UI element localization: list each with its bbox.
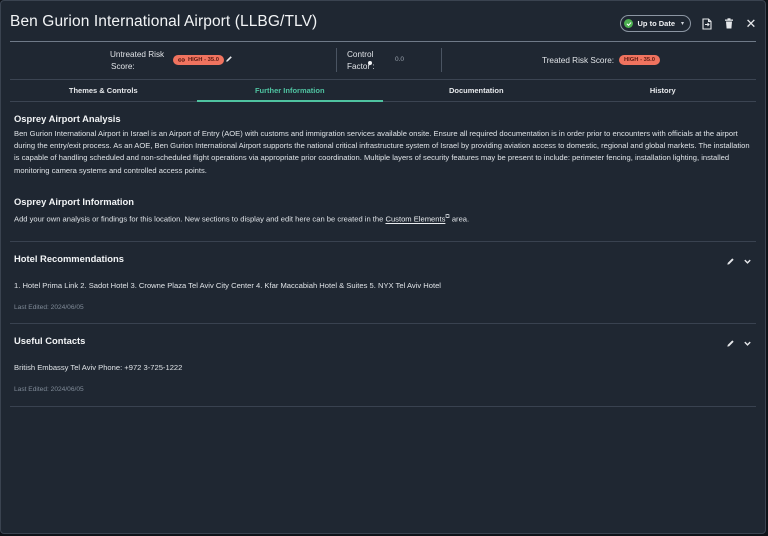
section-useful-contacts: Useful Contacts British Embassy Tel Aviv… [10,323,756,407]
section-body: British Embassy Tel Aviv Phone: +972 3-7… [14,363,183,372]
tab-bar: Themes & Controls Further Information Do… [10,79,756,102]
tab-documentation[interactable]: Documentation [383,80,570,102]
control-factor-value: 0.0 [395,56,405,63]
status-dropdown[interactable]: Up to Date ▾ [620,15,691,32]
information-body: Add your own analysis or findings for th… [14,211,752,226]
control-factor-label-line1: Control [347,50,374,59]
section-body: 1. Hotel Prima Link 2. Sadot Hotel 3. Cr… [14,281,441,290]
check-circle-icon [624,19,634,28]
untreated-risk-badge: HIGH - 35.0 [173,55,224,65]
last-edited: Last Edited: 2024/06/05 [14,304,84,311]
section-hotel-recommendations: Hotel Recommendations 1. Hotel Prima Lin… [10,241,756,324]
trash-icon[interactable] [723,18,735,30]
risk-divider [336,48,337,72]
info-dot-icon[interactable] [368,61,373,65]
section-title: Hotel Recommendations [14,253,124,264]
section-title: Useful Contacts [14,335,86,346]
custom-elements-link[interactable]: Custom Elements [385,215,445,224]
close-icon[interactable]: ✕ [745,17,757,30]
control-factor-label: Control Factor: [347,50,375,71]
section-tools [726,335,752,353]
pencil-icon[interactable] [726,253,735,271]
status-label: Up to Date [637,19,675,28]
information-body-tail: area. [449,214,470,224]
analysis-heading: Osprey Airport Analysis [14,113,121,124]
treated-risk-value: HIGH - 35.0 [624,57,655,63]
page-title: Ben Gurion International Airport (LLBG/T… [10,13,318,30]
tab-further-information[interactable]: Further Information [196,80,383,102]
section-tools [726,253,752,271]
risk-score-bar: Untreated Risk Score: HIGH - 35.0 Contro… [10,42,756,77]
information-heading: Osprey Airport Information [14,196,134,207]
last-edited: Last Edited: 2024/06/05 [14,386,84,393]
control-factor-label-line2: Factor [347,62,371,71]
risk-divider [441,48,442,72]
information-body-text: Add your own analysis or findings for th… [14,214,386,224]
chevron-down-icon: ▾ [680,21,684,27]
treated-risk-badge: HIGH - 35.0 [619,55,660,65]
location-detail-modal: Ben Gurion International Airport (LLBG/T… [0,0,766,534]
pencil-icon[interactable] [726,335,735,353]
untreated-risk-value: HIGH - 35.0 [188,57,219,63]
untreated-risk-label: Untreated Risk Score: [110,49,164,73]
untreated-risk-label-line2: Score: [111,62,135,71]
chevron-down-icon[interactable] [743,335,752,353]
chevron-down-icon[interactable] [743,253,752,271]
edit-untreated-risk-pencil-icon[interactable] [225,55,233,65]
tab-themes-controls[interactable]: Themes & Controls [10,80,197,102]
untreated-risk-label-line1: Untreated Risk [110,50,165,59]
analysis-body: Ben Gurion International Airport in Isra… [14,129,750,175]
treated-risk-label: Treated Risk Score: [542,56,615,65]
header-actions: Up to Date ▾ ✕ [620,15,757,32]
document-export-icon[interactable] [701,17,713,30]
link-icon [178,58,185,62]
tab-history[interactable]: History [569,80,756,102]
